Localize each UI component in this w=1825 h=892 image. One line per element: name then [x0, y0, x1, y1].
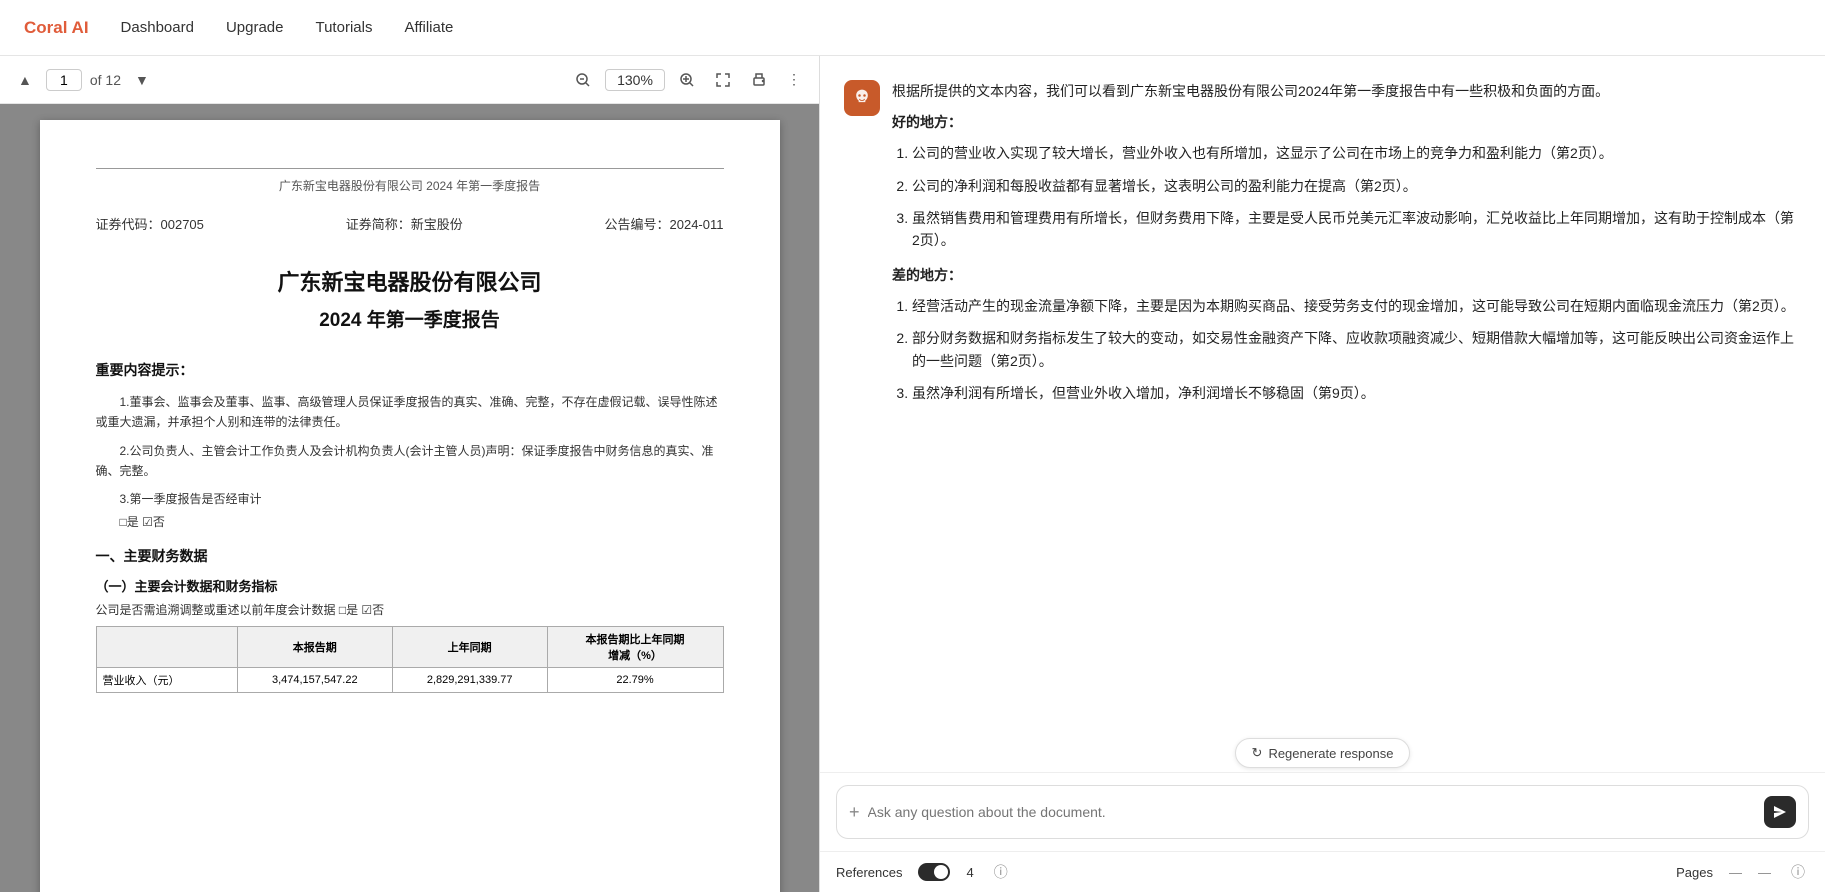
- pages-separator: —: [1758, 865, 1771, 880]
- good-title: 好的地方：: [892, 114, 962, 130]
- chat-add-button[interactable]: +: [849, 802, 860, 823]
- pdf-page: 广东新宝电器股份有限公司 2024 年第一季度报告 证券代码：002705 证券…: [40, 120, 780, 892]
- zoom-in-button[interactable]: [673, 68, 701, 92]
- good-item-2: 公司的净利润和每股收益都有显著增长，这表明公司的盈利能力在提高（第2页）。: [912, 175, 1801, 197]
- pdf-meta: 证券代码：002705 证券简称：新宝股份 公告编号：2024-011: [96, 214, 724, 233]
- page-total: of 12: [90, 72, 121, 88]
- nav-affiliate[interactable]: Affiliate: [404, 19, 453, 36]
- table-cell-current: 3,474,157,547.22: [237, 667, 392, 692]
- pdf-stock-code: 证券代码：002705: [96, 214, 204, 233]
- table-cell-label: 营业收入（元）: [96, 667, 237, 692]
- pdf-toolbar: ▲ of 12 ▼ 130%: [0, 56, 819, 104]
- chat-input[interactable]: [868, 804, 1756, 820]
- table-header-3: 本报告期比上年同期增减（%）: [547, 626, 723, 667]
- nav-upgrade[interactable]: Upgrade: [226, 19, 284, 36]
- regenerate-icon: ↻: [1252, 745, 1263, 761]
- nav-dashboard[interactable]: Dashboard: [121, 19, 194, 36]
- pdf-item3: 3.第一季度报告是否经审计: [96, 490, 724, 507]
- ai-message: 根据所提供的文本内容，我们可以看到广东新宝电器股份有限公司2024年第一季度报告…: [844, 80, 1801, 416]
- bad-item-2: 部分财务数据和财务指标发生了较大的变动，如交易性金融资产下降、应收款项融资减少、…: [912, 327, 1801, 372]
- chat-input-box: +: [836, 785, 1809, 839]
- chat-input-area: +: [820, 772, 1825, 851]
- print-button[interactable]: [745, 68, 773, 92]
- more-button[interactable]: ⋮: [781, 67, 807, 92]
- table-row: 营业收入（元） 3,474,157,547.22 2,829,291,339.7…: [96, 667, 723, 692]
- pdf-important-notice: 重要内容提示：: [96, 360, 724, 380]
- good-list: 公司的营业收入实现了较大增长，营业外收入也有所增加，这显示了公司在市场上的竞争力…: [892, 142, 1801, 252]
- ai-response-content: 根据所提供的文本内容，我们可以看到广东新宝电器股份有限公司2024年第一季度报告…: [892, 80, 1801, 416]
- pdf-title-company: 广东新宝电器股份有限公司: [96, 265, 724, 297]
- pdf-panel: ▲ of 12 ▼ 130%: [0, 56, 820, 892]
- good-item-1: 公司的营业收入实现了较大增长，营业外收入也有所增加，这显示了公司在市场上的竞争力…: [912, 142, 1801, 164]
- pdf-announcement-no: 公告编号：2024-011: [605, 214, 724, 233]
- regenerate-button[interactable]: ↻ Regenerate response: [1235, 738, 1411, 768]
- table-cell-prior: 2,829,291,339.77: [392, 667, 547, 692]
- page-up-button[interactable]: ▲: [12, 68, 38, 92]
- page-down-button[interactable]: ▼: [129, 68, 155, 92]
- pdf-section1-title: 一、主要财务数据: [96, 546, 724, 566]
- regenerate-bar: ↻ Regenerate response: [820, 730, 1825, 772]
- good-item-3: 虽然销售费用和管理费用有所增长，但财务费用下降，主要是受人民币兑美元汇率波动影响…: [912, 207, 1801, 252]
- table-cell-change: 22.79%: [547, 667, 723, 692]
- page-input[interactable]: [46, 69, 82, 91]
- pdf-sub1-title: （一）主要会计数据和财务指标: [96, 576, 724, 595]
- toggle-dot: [934, 865, 948, 879]
- chat-messages: 根据所提供的文本内容，我们可以看到广东新宝电器股份有限公司2024年第一季度报告…: [820, 56, 1825, 730]
- main-layout: ▲ of 12 ▼ 130%: [0, 56, 1825, 892]
- fit-button[interactable]: [709, 68, 737, 92]
- bad-item-1: 经营活动产生的现金流量净额下降，主要是因为本期购买商品、接受劳务支付的现金增加，…: [912, 295, 1801, 317]
- pdf-audit-value: □是 ☑否: [96, 513, 724, 530]
- regenerate-label: Regenerate response: [1268, 746, 1393, 761]
- pdf-header-line: [96, 168, 724, 169]
- chat-send-button[interactable]: [1764, 796, 1796, 828]
- table-header-2: 上年同期: [392, 626, 547, 667]
- ai-avatar: [844, 80, 880, 116]
- pdf-item2: 2.公司负责人、主管会计工作负责人及会计机构负责人(会计主管人员)声明：保证季度…: [96, 441, 724, 482]
- brand-logo[interactable]: Coral AI: [24, 18, 89, 38]
- pdf-company-header: 广东新宝电器股份有限公司 2024 年第一季度报告: [96, 177, 724, 194]
- zoom-out-button[interactable]: [569, 68, 597, 92]
- bottom-bar: References 4 ⓘ Pages — — ⓘ: [820, 851, 1825, 892]
- pdf-table-note: 公司是否需追溯调整或重述以前年度会计数据 □是 ☑否: [96, 601, 724, 618]
- pdf-title-report: 2024 年第一季度报告: [96, 305, 724, 332]
- pdf-stock-name: 证券简称：新宝股份: [346, 214, 463, 233]
- ai-intro-text: 根据所提供的文本内容，我们可以看到广东新宝电器股份有限公司2024年第一季度报告…: [892, 80, 1801, 103]
- references-toggle[interactable]: [918, 863, 950, 881]
- bad-title: 差的地方：: [892, 267, 962, 283]
- bad-item-3: 虽然净利润有所增长，但营业外收入增加，净利润增长不够稳固（第9页）。: [912, 382, 1801, 404]
- pdf-financial-table: 本报告期 上年同期 本报告期比上年同期增减（%） 营业收入（元） 3,474,1…: [96, 626, 724, 693]
- references-count: 4: [966, 865, 973, 880]
- pages-label: Pages: [1676, 865, 1713, 880]
- table-header-1: 本报告期: [237, 626, 392, 667]
- pdf-content-area[interactable]: 广东新宝电器股份有限公司 2024 年第一季度报告 证券代码：002705 证券…: [0, 104, 819, 892]
- references-info-button[interactable]: ⓘ: [990, 860, 1012, 884]
- top-navigation: Coral AI Dashboard Upgrade Tutorials Aff…: [0, 0, 1825, 56]
- pages-value: —: [1729, 865, 1742, 880]
- pdf-item1: 1.董事会、监事会及董事、监事、高级管理人员保证季度报告的真实、准确、完整，不存…: [96, 392, 724, 433]
- bad-list: 经营活动产生的现金流量净额下降，主要是因为本期购买商品、接受劳务支付的现金增加，…: [892, 295, 1801, 405]
- right-chat-panel: 根据所提供的文本内容，我们可以看到广东新宝电器股份有限公司2024年第一季度报告…: [820, 56, 1825, 892]
- references-label: References: [836, 865, 902, 880]
- nav-tutorials[interactable]: Tutorials: [315, 19, 372, 36]
- table-header-0: [96, 626, 237, 667]
- pages-info-button[interactable]: ⓘ: [1787, 860, 1809, 884]
- zoom-level[interactable]: 130%: [605, 69, 665, 91]
